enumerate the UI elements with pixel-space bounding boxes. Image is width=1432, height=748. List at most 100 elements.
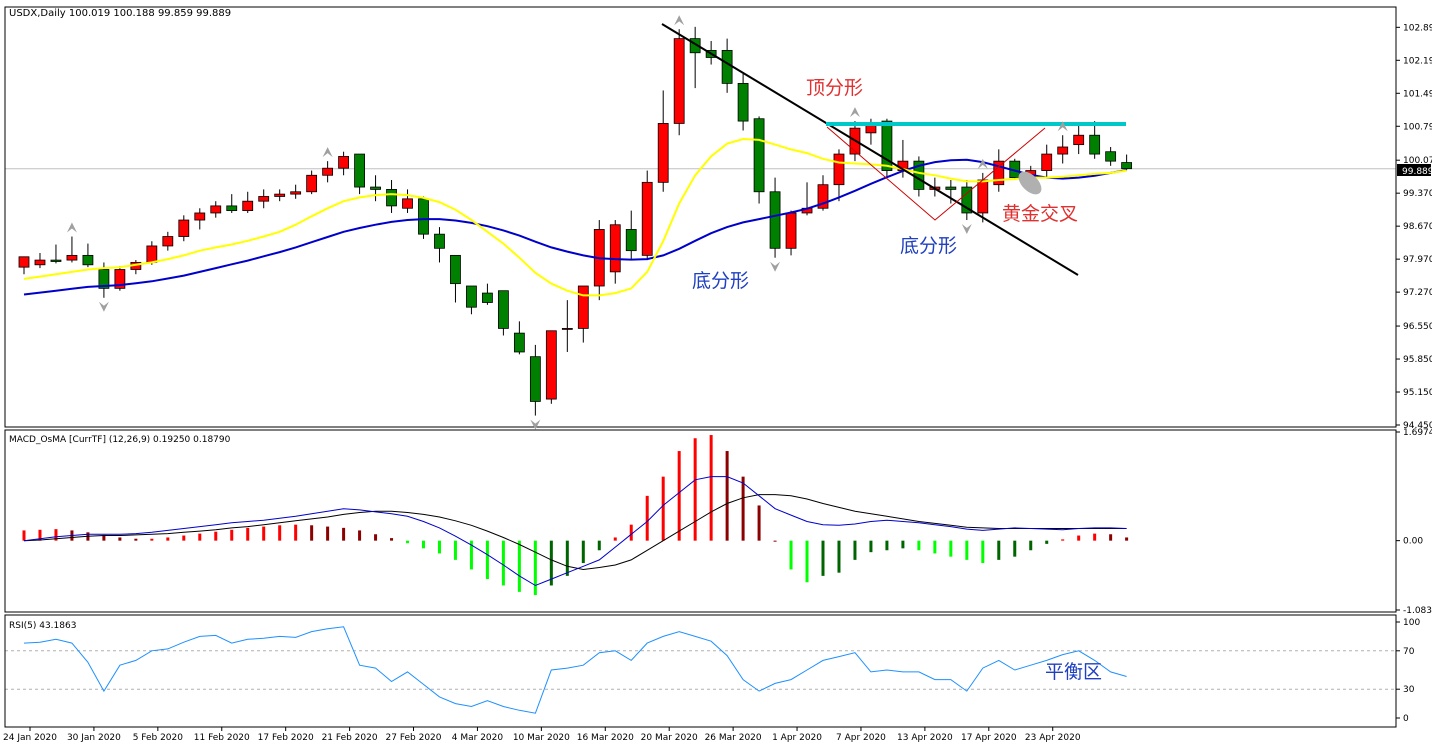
macd-histogram-bar: [166, 537, 170, 541]
candle-bullish: [977, 179, 989, 214]
time-tick-label: 26 Mar 2020: [705, 733, 762, 743]
time-tick-label: 4 Mar 2020: [452, 733, 504, 743]
macd-histogram-bar: [1029, 540, 1033, 551]
candle-bullish: [785, 212, 797, 249]
time-tick-label: 27 Feb 2020: [386, 733, 442, 743]
macd-histogram-bar: [294, 524, 298, 541]
annotation-golden-cross: 黄金交叉: [1002, 203, 1078, 225]
macd-histogram-bar: [773, 540, 777, 542]
macd-histogram-bar: [374, 534, 378, 541]
macd-histogram-bar: [805, 540, 809, 583]
macd-histogram-bar: [581, 540, 585, 564]
macd-tick-label: 1.69749: [1403, 428, 1432, 438]
rsi-tick-label: 0: [1403, 714, 1409, 724]
candle-bearish: [418, 198, 429, 235]
macd-histogram-bar: [677, 451, 681, 541]
macd-histogram-bar: [661, 476, 665, 541]
candle-bearish: [434, 233, 445, 249]
candle-bearish: [881, 120, 893, 171]
macd-histogram-bar: [517, 540, 521, 592]
macd-histogram-bar: [118, 537, 122, 541]
macd-histogram-bar: [214, 531, 218, 541]
candle-bullish: [641, 181, 653, 256]
macd-histogram-bar: [182, 535, 186, 541]
macd-histogram-bar: [1077, 535, 1081, 541]
rsi-tick-label: 30: [1403, 685, 1415, 695]
price-tick-label: 97.270: [1403, 288, 1432, 298]
candle-bullish: [178, 219, 190, 237]
chart-canvas: USDX,Daily 100.019 100.188 99.859 99.889…: [0, 0, 1432, 748]
candle-bullish: [673, 38, 685, 124]
time-tick-label: 20 Mar 2020: [641, 733, 698, 743]
candle-bearish: [386, 189, 397, 207]
candle-bullish: [577, 285, 589, 329]
macd-histogram-bar: [1125, 537, 1129, 541]
macd-histogram-bar: [949, 540, 953, 557]
candle-bearish: [721, 50, 733, 84]
macd-histogram-bar: [933, 540, 937, 554]
candle-bearish: [1105, 151, 1117, 162]
macd-tick-label: -1.08336: [1403, 606, 1432, 616]
time-tick-label: 10 Mar 2020: [513, 733, 570, 743]
macd-histogram-bar: [917, 540, 921, 551]
candle-bullish: [194, 212, 206, 221]
macd-histogram-bar: [406, 540, 410, 544]
rsi-tick-label: 70: [1403, 647, 1415, 657]
macd-histogram-bar: [741, 476, 745, 541]
candle-bullish: [545, 330, 557, 400]
macd-histogram-bar: [837, 540, 841, 573]
candle-bullish: [306, 174, 318, 193]
macd-histogram-bar: [613, 537, 617, 541]
macd-histogram-bar: [1061, 539, 1065, 541]
macd-tick-label: 0.00: [1403, 537, 1423, 547]
candle-bearish: [50, 259, 62, 262]
price-tick-label: 102.190: [1403, 56, 1432, 66]
price-tick-label: 100.790: [1403, 122, 1432, 132]
candle-bullish: [1041, 153, 1053, 171]
macd-histogram-bar: [693, 438, 697, 541]
current-price-label: 99.889: [1402, 167, 1432, 177]
candle-bullish: [561, 328, 573, 330]
macd-histogram-bar: [853, 540, 857, 560]
candle-bullish: [609, 224, 621, 273]
macd-histogram-bar: [358, 530, 362, 541]
macd-histogram-bar: [709, 435, 713, 541]
candle-bullish: [1057, 146, 1069, 155]
macd-histogram-bar: [453, 540, 457, 560]
main-panel-header: USDX,Daily 100.019 100.188 99.859 99.889: [9, 8, 231, 19]
macd-histogram-bar: [22, 530, 26, 541]
macd-histogram-bar: [501, 540, 505, 586]
time-tick-label: 17 Apr 2020: [961, 733, 1017, 743]
macd-histogram-bar: [310, 525, 314, 541]
macd-histogram-bar: [645, 495, 649, 541]
macd-histogram-bar: [1093, 533, 1097, 541]
candle-bearish: [450, 254, 461, 285]
candle-bearish: [513, 332, 525, 353]
candle-bearish: [370, 186, 381, 190]
candle-bullish: [146, 245, 158, 263]
macd-histogram-bar: [1045, 540, 1049, 544]
candle-bearish: [737, 82, 749, 122]
annotation-top-fractal: 顶分形: [806, 77, 863, 99]
macd-histogram-bar: [230, 529, 234, 541]
time-tick-label: 7 Apr 2020: [836, 733, 886, 743]
macd-histogram-bar: [262, 526, 266, 541]
macd-histogram-bar: [198, 533, 202, 541]
price-tick-label: 95.850: [1403, 355, 1432, 365]
candle-bearish: [1089, 134, 1101, 155]
time-tick-label: 24 Jan 2020: [3, 733, 57, 743]
time-tick-label: 16 Mar 2020: [577, 733, 634, 743]
macd-histogram-bar: [326, 526, 330, 541]
candle-bullish: [162, 236, 174, 247]
macd-histogram-bar: [134, 538, 138, 541]
time-tick-label: 1 Apr 2020: [772, 733, 822, 743]
candle-bearish: [945, 186, 957, 190]
macd-histogram-bar: [565, 540, 569, 576]
macd-histogram-bar: [1013, 540, 1017, 557]
macd-histogram-bar: [757, 505, 761, 541]
candle-bullish: [210, 205, 222, 214]
time-tick-label: 11 Feb 2020: [194, 733, 250, 743]
candle-bullish: [402, 198, 413, 209]
macd-histogram-bar: [885, 540, 889, 551]
candle-bullish: [338, 156, 350, 169]
